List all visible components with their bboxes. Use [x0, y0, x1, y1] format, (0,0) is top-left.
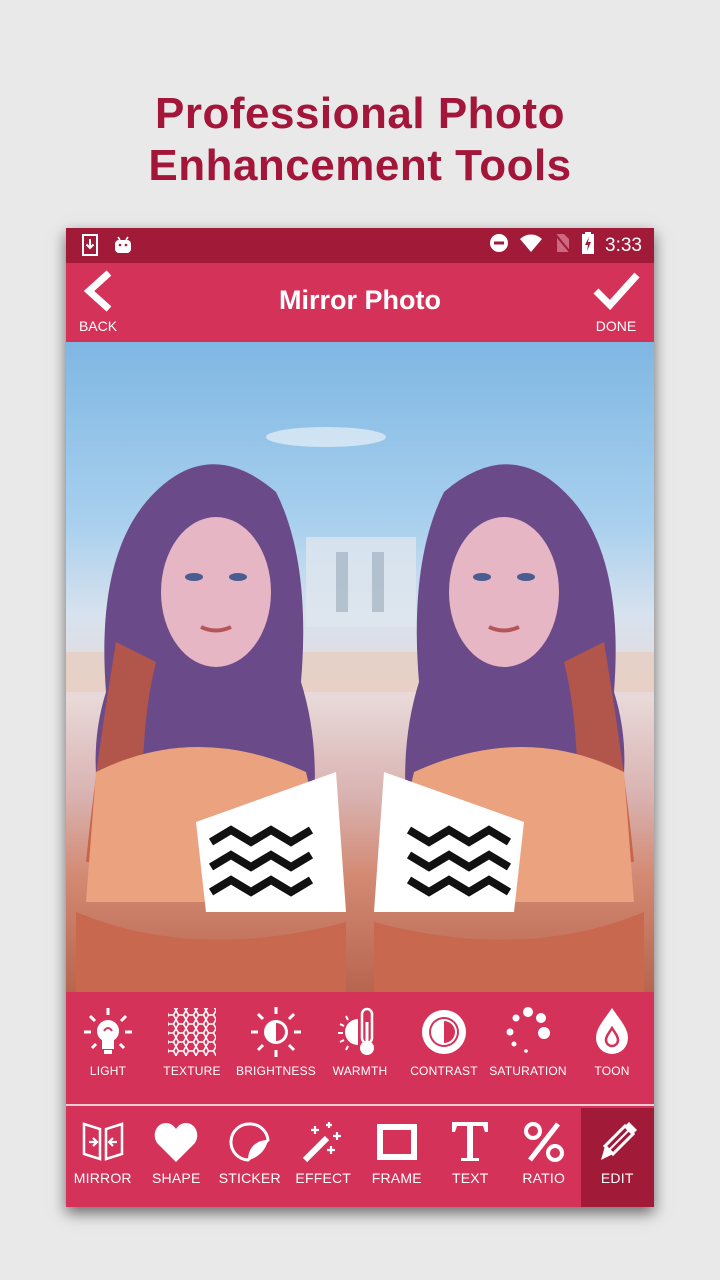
tool-shape[interactable]: SHAPE — [140, 1108, 214, 1207]
mirror-image-right — [374, 442, 644, 992]
do-not-disturb-icon — [489, 233, 509, 258]
tool-edit-label: EDIT — [600, 1170, 634, 1186]
phone-screen: 3:33 BACK Mirror Photo DONE LIGHT TEXTUR… — [66, 228, 654, 1207]
battery-charging-icon — [581, 232, 595, 259]
frame-icon — [374, 1120, 420, 1164]
page-title: Mirror Photo — [279, 285, 441, 315]
adjust-saturation-label: SATURATION — [489, 1064, 567, 1078]
adjustment-toolbar: LIGHT TEXTURE BRIGHTNESS WARMTH CONTRAST — [66, 992, 654, 1104]
promo-line-1: Professional Photo — [155, 89, 565, 138]
adjust-brightness[interactable]: BRIGHTNESS — [234, 1006, 318, 1078]
adjust-light-label: LIGHT — [89, 1064, 127, 1078]
tool-effect[interactable]: EFFECT — [287, 1108, 361, 1207]
adjust-texture[interactable]: TEXTURE — [150, 1006, 234, 1078]
tool-effect-label: EFFECT — [295, 1170, 352, 1186]
saturation-icon — [502, 1006, 554, 1058]
contrast-icon — [418, 1006, 470, 1058]
tool-sticker-label: STICKER — [218, 1170, 281, 1186]
wifi-icon — [519, 233, 543, 258]
mirror-icon — [81, 1120, 125, 1164]
adjust-contrast[interactable]: CONTRAST — [402, 1006, 486, 1078]
tool-ratio-label: RATIO — [522, 1170, 566, 1186]
mirror-photo-canvas[interactable] — [66, 342, 654, 992]
tool-mirror-label: MIRROR — [73, 1170, 132, 1186]
tool-sticker[interactable]: STICKER — [213, 1108, 287, 1207]
tool-text-label: TEXT — [451, 1170, 489, 1186]
android-icon — [114, 235, 132, 260]
download-icon — [82, 234, 98, 261]
adjust-toon[interactable]: TOON — [570, 1006, 654, 1078]
tool-mirror[interactable]: MIRROR — [66, 1108, 140, 1207]
adjust-contrast-label: CONTRAST — [410, 1064, 478, 1078]
magic-wand-icon — [301, 1120, 345, 1164]
lightbulb-icon — [82, 1006, 134, 1058]
main-toolbar: MIRROR SHAPE STICKER EFFECT FRAME TEXT R… — [66, 1108, 654, 1207]
text-icon — [448, 1118, 492, 1164]
done-button[interactable]: DONE — [586, 269, 646, 339]
no-sim-icon — [553, 233, 571, 258]
adjust-saturation[interactable]: SATURATION — [486, 1006, 570, 1078]
promo-line-2: Enhancement Tools — [148, 141, 572, 190]
done-label: DONE — [595, 318, 637, 334]
mirror-image-left — [76, 442, 346, 992]
texture-icon — [166, 1006, 218, 1058]
brightness-icon — [250, 1006, 302, 1058]
sticker-icon — [228, 1120, 272, 1164]
tool-ratio[interactable]: RATIO — [507, 1108, 581, 1207]
status-bar: 3:33 — [66, 228, 654, 263]
app-bar: BACK Mirror Photo DONE — [66, 263, 654, 342]
checkmark-icon — [592, 272, 640, 317]
back-label: BACK — [78, 318, 118, 334]
adjust-texture-label: TEXTURE — [163, 1064, 221, 1078]
tool-text[interactable]: TEXT — [434, 1108, 508, 1207]
adjust-warmth[interactable]: WARMTH — [318, 1006, 402, 1078]
percent-icon — [522, 1120, 566, 1164]
tool-frame-label: FRAME — [371, 1170, 422, 1186]
tool-frame[interactable]: FRAME — [360, 1108, 434, 1207]
status-time: 3:33 — [605, 234, 642, 256]
heart-icon — [153, 1120, 199, 1164]
adjust-warmth-label: WARMTH — [332, 1064, 388, 1078]
toolbar-divider — [66, 1104, 654, 1106]
thermometer-icon — [334, 1006, 386, 1058]
pencil-icon — [595, 1120, 639, 1164]
adjust-light[interactable]: LIGHT — [66, 1006, 150, 1078]
promo-headline: Professional Photo Enhancement Tools — [0, 88, 720, 192]
tool-edit[interactable]: EDIT — [580, 1108, 654, 1207]
adjust-toon-label: TOON — [594, 1064, 630, 1078]
adjust-brightness-label: BRIGHTNESS — [235, 1064, 316, 1078]
tool-shape-label: SHAPE — [152, 1170, 201, 1186]
drop-icon — [586, 1006, 638, 1058]
